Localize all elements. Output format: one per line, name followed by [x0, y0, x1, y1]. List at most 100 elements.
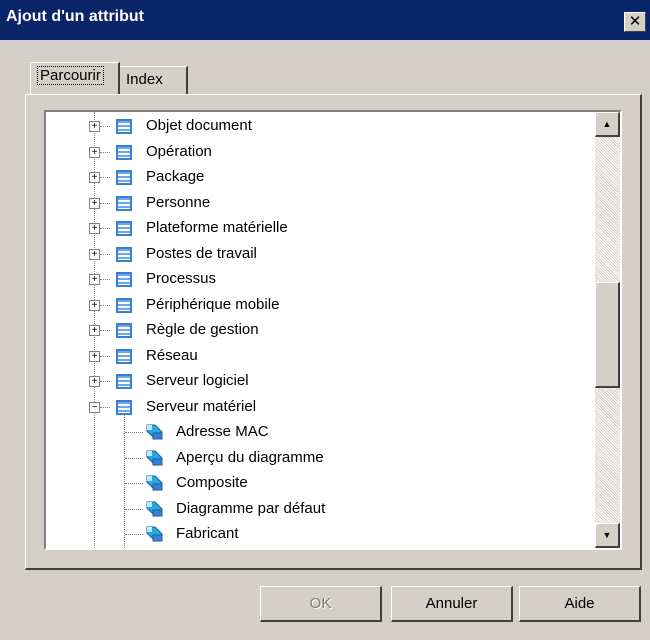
- tab-index-label: Index: [126, 71, 163, 88]
- tab-parcourir[interactable]: Parcourir: [30, 62, 120, 94]
- tree-item[interactable]: + Serveur logiciel: [46, 369, 594, 394]
- tree-item-label: Processus: [146, 270, 217, 287]
- tree-item[interactable]: + Opération: [46, 140, 594, 165]
- tree-item[interactable]: + Package: [46, 165, 594, 190]
- tree-item-label: Personne: [146, 193, 211, 211]
- scroll-down-button[interactable]: ▼: [595, 523, 620, 548]
- tree-item[interactable]: − Serveur matériel: [46, 395, 594, 420]
- tree-item[interactable]: + Objet document: [46, 114, 594, 139]
- tree-item[interactable]: Aperçu du diagramme: [46, 446, 594, 471]
- ok-button-label: OK: [309, 595, 332, 612]
- tab-parcourir-label: Parcourir: [37, 66, 104, 85]
- tree-item-label: Serveur logiciel: [146, 372, 249, 389]
- tree-connector: [100, 228, 110, 229]
- tree-connector: [100, 355, 110, 357]
- expand-icon[interactable]: +: [89, 325, 100, 336]
- expand-icon[interactable]: +: [89, 376, 100, 387]
- arrow-down-icon: ▼: [602, 530, 612, 540]
- tree-item-label: Adresse MAC: [176, 423, 269, 440]
- class-icon: [116, 144, 132, 160]
- class-icon: [116, 195, 132, 211]
- tree-connector: [100, 304, 110, 306]
- tree-item-label: Plateforme matérielle: [146, 219, 288, 236]
- tree-item[interactable]: Composite: [46, 471, 594, 496]
- class-icon: [116, 323, 132, 338]
- tree-item[interactable]: Fabricant: [46, 522, 594, 547]
- tree-item-label: Package: [146, 168, 205, 185]
- tree-item[interactable]: Diagramme par défaut: [46, 497, 594, 522]
- tree-item[interactable]: + Postes de travail: [46, 242, 594, 267]
- attribute-tree: + Objet document + Opération + Package + Person…: [44, 110, 622, 550]
- expand-icon[interactable]: +: [89, 248, 100, 260]
- expand-icon[interactable]: +: [89, 299, 100, 311]
- tree-item-label: Diagramme par défaut: [176, 499, 326, 517]
- tree-item-label: Postes de travail: [146, 244, 257, 262]
- expand-icon[interactable]: +: [89, 274, 100, 285]
- cancel-button-label: Annuler: [425, 595, 478, 612]
- class-icon: [116, 170, 132, 185]
- tree-item-label: Opération: [146, 142, 212, 160]
- tree-item-label: Composite: [176, 474, 248, 491]
- tree-connector: [100, 381, 110, 382]
- tree-item-label: Fabricant: [176, 525, 239, 542]
- vertical-scrollbar[interactable]: ▲ ▼: [595, 112, 620, 548]
- tree-item-label: Réseau: [146, 346, 198, 364]
- attribute-icon: [146, 450, 163, 466]
- class-icon: [116, 374, 132, 389]
- ok-button[interactable]: OK: [260, 586, 382, 622]
- close-button[interactable]: ✕: [624, 12, 646, 32]
- class-icon: [116, 272, 132, 287]
- expand-icon[interactable]: +: [89, 223, 100, 234]
- tree-item[interactable]: + Périphérique mobile: [46, 293, 594, 318]
- expand-icon[interactable]: +: [89, 172, 100, 183]
- tree-item[interactable]: Adresse MAC: [46, 420, 594, 445]
- tree-connector: [125, 483, 143, 484]
- attribute-icon: [146, 424, 163, 440]
- expand-icon[interactable]: +: [89, 146, 100, 158]
- tree-connector: [100, 279, 110, 280]
- tree-connector: [125, 508, 143, 510]
- tree-connector: [100, 177, 110, 178]
- attribute-icon: [146, 526, 163, 542]
- class-icon: [116, 348, 132, 364]
- arrow-up-icon: ▲: [602, 119, 612, 129]
- tree-connector: [125, 457, 143, 459]
- tree-item-label: Règle de gestion: [146, 321, 259, 338]
- tree-connector: [100, 151, 110, 153]
- class-icon: [116, 246, 132, 262]
- tree-connector: [100, 126, 110, 127]
- tree-connector: [125, 534, 143, 535]
- tree-item[interactable]: + Plateforme matérielle: [46, 216, 594, 241]
- window-title: Ajout d'un attribut: [6, 8, 144, 25]
- class-icon: [116, 297, 132, 313]
- class-icon: [116, 119, 132, 134]
- expand-icon[interactable]: +: [89, 350, 100, 362]
- tree-item-label: Aperçu du diagramme: [176, 448, 324, 466]
- tree-item-label: Périphérique mobile: [146, 295, 280, 313]
- tree-connector: [100, 330, 110, 331]
- scroll-thumb[interactable]: [595, 282, 620, 388]
- scroll-up-button[interactable]: ▲: [595, 112, 620, 137]
- expand-icon[interactable]: +: [89, 121, 100, 132]
- tree-connector: [100, 253, 110, 255]
- tree-item[interactable]: + Règle de gestion: [46, 318, 594, 343]
- help-button[interactable]: Aide: [519, 586, 641, 622]
- class-icon: [116, 221, 132, 236]
- class-icon: [116, 399, 132, 415]
- attribute-icon: [146, 501, 163, 517]
- tree-item-label: Serveur matériel: [146, 397, 257, 415]
- tree-item[interactable]: + Personne: [46, 191, 594, 216]
- tree-connector: [125, 432, 143, 433]
- attribute-icon: [146, 475, 163, 491]
- expand-icon[interactable]: +: [89, 197, 100, 209]
- cancel-button[interactable]: Annuler: [391, 586, 513, 622]
- tab-index[interactable]: Index: [119, 66, 188, 94]
- tree-content: + Objet document + Opération + Package + Person…: [46, 112, 594, 548]
- tree-item[interactable]: + Processus: [46, 267, 594, 292]
- title-bar: Ajout d'un attribut ✕: [0, 0, 650, 40]
- tree-connector: [100, 406, 110, 408]
- collapse-icon[interactable]: −: [89, 401, 100, 413]
- tree-item[interactable]: + Réseau: [46, 344, 594, 369]
- close-icon: ✕: [628, 13, 642, 30]
- tree-item-label: Objet document: [146, 117, 252, 134]
